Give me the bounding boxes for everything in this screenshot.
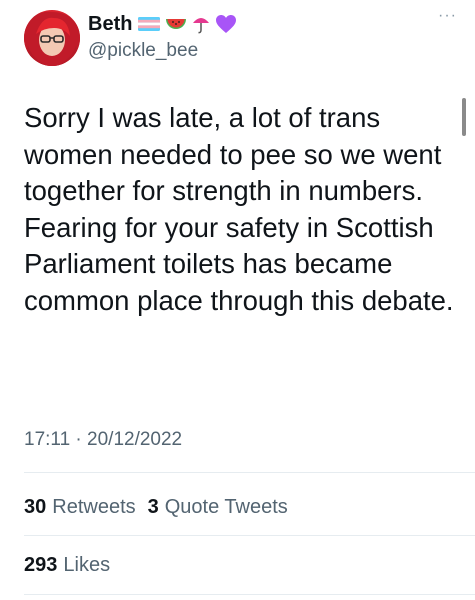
avatar-image [24, 10, 80, 66]
likes-label: Likes [63, 554, 111, 576]
watermelon-icon [166, 19, 187, 29]
retweets-stat[interactable]: 30 Retweets [24, 495, 136, 519]
retweets-label: Retweets [52, 496, 136, 518]
avatar[interactable] [24, 10, 80, 66]
tweet-text: Sorry I was late, a lot of trans women n… [24, 102, 454, 316]
scrollbar[interactable] [462, 98, 466, 136]
purple-heart-icon [216, 15, 237, 33]
engagement-row: 30 Retweets 3 Quote Tweets [24, 495, 294, 519]
divider [24, 535, 475, 536]
more-options-button[interactable]: ··· [438, 8, 457, 24]
author-flair [138, 12, 237, 36]
quote-tweets-count: 3 [147, 496, 159, 518]
divider [24, 472, 475, 473]
tweet-detail: Beth @pickle_bee ··· Sorry I was late, a… [0, 0, 475, 600]
quote-tweets-stat[interactable]: 3 Quote Tweets [148, 495, 288, 519]
transgender-flag-icon [138, 17, 161, 31]
author-name[interactable]: Beth [88, 12, 132, 36]
likes-stat[interactable]: 293 Likes [24, 553, 110, 577]
tweet-time[interactable]: 17:11 [24, 429, 70, 450]
author-handle[interactable]: @pickle_bee [88, 40, 198, 62]
timestamp-separator: · [75, 429, 82, 450]
quote-tweets-label: Quote Tweets [164, 496, 288, 518]
author-name-row[interactable]: Beth [88, 12, 237, 36]
likes-row: 293 Likes [24, 553, 116, 577]
tweet-timestamp[interactable]: 17:11 · 20/12/2022 [24, 428, 182, 452]
tweet-date[interactable]: 20/12/2022 [87, 429, 182, 450]
retweets-count: 30 [24, 496, 47, 518]
divider [24, 594, 475, 595]
likes-count: 293 [24, 554, 58, 576]
umbrella-icon [193, 18, 210, 34]
